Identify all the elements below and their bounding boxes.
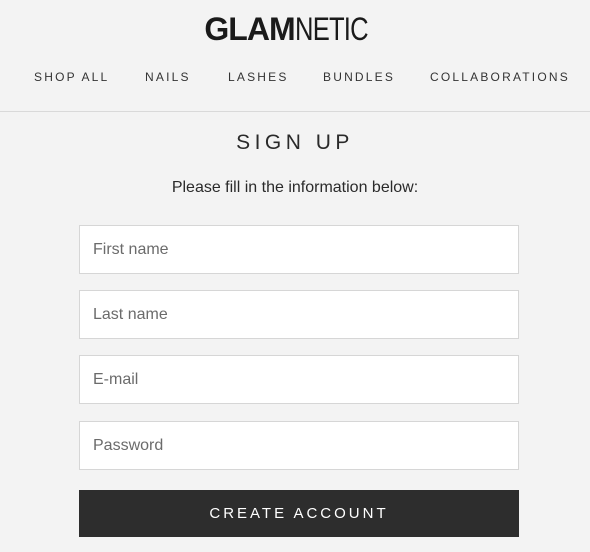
nav-item-shop-all[interactable]: SHOP ALL [34, 69, 109, 85]
email-input[interactable] [80, 356, 518, 403]
create-account-button[interactable]: CREATE ACCOUNT [79, 490, 519, 537]
email-field-wrapper [79, 355, 519, 404]
main-nav: SHOP ALL NAILS LASHES BUNDLES COLLABORAT… [0, 69, 590, 85]
first-name-input[interactable] [80, 226, 518, 273]
password-field-wrapper [79, 421, 519, 470]
first-name-field-wrapper [79, 225, 519, 274]
logo-text-bold: GLAM [204, 11, 295, 47]
form-instructions: Please fill in the information below: [171, 179, 419, 196]
site-header: GLAMNETIC SHOP ALL NAILS LASHES BUNDLES … [0, 0, 590, 112]
last-name-input[interactable] [80, 291, 518, 338]
logo-text-light: NETIC [294, 11, 369, 47]
nav-item-lashes[interactable]: LASHES [228, 69, 289, 85]
nav-item-collaborations[interactable]: COLLABORATIONS [430, 69, 570, 85]
last-name-field-wrapper [79, 290, 519, 339]
nav-item-bundles[interactable]: BUNDLES [323, 69, 395, 85]
password-input[interactable] [80, 422, 518, 469]
brand-logo[interactable]: GLAMNETIC [0, 11, 590, 47]
nav-item-nails[interactable]: NAILS [145, 69, 191, 85]
page-title: SIGN UP [236, 131, 354, 154]
